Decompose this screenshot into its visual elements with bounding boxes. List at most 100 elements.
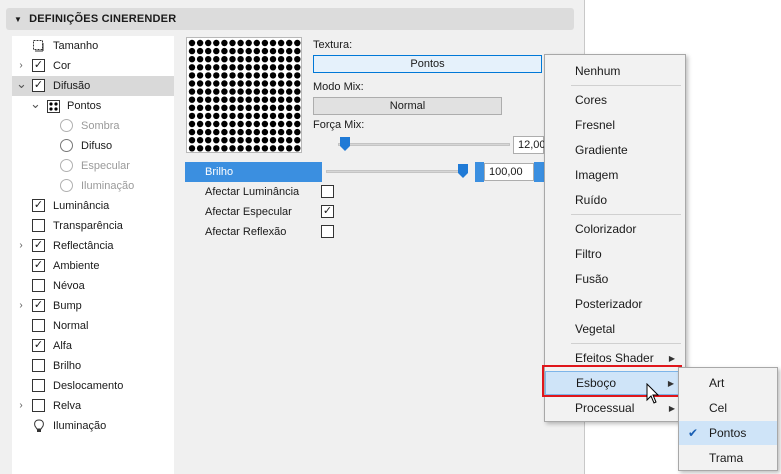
mix-mode-dropdown[interactable]: Normal	[313, 97, 502, 115]
tree-checkbox[interactable]	[32, 319, 45, 332]
submenu-item[interactable]: Cel	[679, 396, 777, 420]
pattern-dot	[277, 56, 285, 63]
tree-item[interactable]: › ✓ Cor	[12, 56, 174, 76]
menu-item[interactable]: Ruído	[545, 188, 685, 212]
tree-item[interactable]: Névoa	[12, 276, 174, 296]
pattern-dot	[286, 64, 293, 71]
pattern-dot	[221, 88, 228, 95]
menu-item[interactable]: Colorizador	[545, 217, 685, 241]
submenu-item[interactable]: Art	[679, 371, 777, 395]
tree-item[interactable]: Difuso	[12, 136, 174, 156]
pattern-dot	[205, 72, 212, 79]
affect-reflection-checkbox[interactable]	[321, 225, 334, 238]
pattern-dot	[213, 104, 220, 112]
tree-item-label: Reflectância	[53, 240, 114, 252]
prop-row-reflexao: Afectar Reflexão	[185, 222, 286, 242]
affect-specular-checkbox[interactable]: ✓	[321, 205, 334, 218]
tree-item[interactable]: Iluminação	[12, 416, 174, 436]
pattern-dot	[286, 88, 293, 95]
mix-strength-slider[interactable]	[338, 143, 510, 146]
menu-item[interactable]: Cores	[545, 88, 685, 112]
tree-item[interactable]: Normal	[12, 316, 174, 336]
pattern-dot	[188, 104, 196, 112]
pattern-dot	[196, 112, 204, 120]
tree-checkbox[interactable]: ✓	[32, 259, 45, 272]
expand-right-icon[interactable]: ›	[16, 300, 26, 311]
brilho-row[interactable]: Brilho	[185, 162, 322, 182]
tree-item-label: Deslocamento	[53, 380, 124, 392]
tree-item[interactable]: ✓ Ambiente	[12, 256, 174, 276]
texture-selector[interactable]: Pontos	[313, 55, 542, 73]
tree-item[interactable]: Tamanho	[12, 36, 174, 56]
tree-item[interactable]: ⌄ ✓ Difusão	[12, 76, 174, 96]
tree-checkbox[interactable]: ✓	[32, 239, 45, 252]
tree-checkbox[interactable]	[32, 279, 45, 292]
tree-item[interactable]: ✓ Luminância	[12, 196, 174, 216]
pattern-dot	[229, 137, 236, 144]
menu-item[interactable]: Gradiente	[545, 138, 685, 162]
tree-checkbox[interactable]	[32, 359, 45, 372]
tree-checkbox[interactable]: ✓	[32, 79, 45, 92]
pattern-dot	[261, 72, 269, 79]
submenu-item[interactable]: ✔ Pontos	[679, 421, 777, 445]
submenu-item-label: Trama	[709, 451, 744, 465]
menu-item[interactable]: Vegetal	[545, 317, 685, 341]
expand-down-icon[interactable]: ⌄	[16, 76, 27, 92]
pattern-dot	[221, 47, 228, 55]
tree-item[interactable]: Especular	[12, 156, 174, 176]
tree-item[interactable]: Brilho	[12, 356, 174, 376]
tree-item[interactable]: Transparência	[12, 216, 174, 236]
expand-right-icon[interactable]: ›	[16, 240, 26, 251]
menu-item[interactable]: Posterizador	[545, 292, 685, 316]
pattern-dot	[286, 56, 293, 63]
expand-right-icon[interactable]: ›	[16, 400, 26, 411]
section-header[interactable]: ▼ DEFINIÇÕES CINERENDER	[6, 8, 574, 30]
tree-checkbox[interactable]	[32, 399, 45, 412]
tree-checkbox[interactable]	[32, 379, 45, 392]
menu-item[interactable]: Nenhum	[545, 59, 685, 83]
pattern-dot	[294, 64, 301, 71]
pattern-dot	[286, 145, 293, 152]
tree-item[interactable]: › ✓ Reflectância	[12, 236, 174, 256]
pattern-dot	[294, 47, 301, 55]
brilho-label: Brilho	[205, 166, 234, 178]
mix-strength-label: Força Mix:	[313, 119, 365, 131]
brilho-input[interactable]: 100,00	[484, 163, 534, 181]
tree-item[interactable]: ⌄ Pontos	[12, 96, 174, 116]
tree-checkbox[interactable]: ✓	[32, 299, 45, 312]
pattern-dot	[286, 96, 293, 103]
radio-button[interactable]	[60, 139, 73, 152]
brilho-slider[interactable]	[326, 170, 468, 173]
menu-item[interactable]: Fresnel	[545, 113, 685, 137]
tree-item[interactable]: › ✓ Bump	[12, 296, 174, 316]
pattern-dot	[261, 47, 269, 55]
pattern-dot	[229, 80, 236, 87]
prop-row-especular: Afectar Especular	[185, 202, 292, 222]
mix-strength-thumb[interactable]	[339, 137, 350, 151]
tree-checkbox[interactable]	[32, 219, 45, 232]
pattern-dot	[253, 88, 260, 95]
tree-checkbox[interactable]: ✓	[32, 339, 45, 352]
mix-strength-input[interactable]: 12,00	[513, 136, 546, 154]
submenu-item[interactable]: Trama	[679, 446, 777, 470]
expand-down-icon[interactable]: ⌄	[30, 96, 41, 112]
menu-item[interactable]: Fusão	[545, 267, 685, 291]
tree-item[interactable]: › Relva	[12, 396, 174, 416]
tree-item[interactable]: Deslocamento	[12, 376, 174, 396]
pattern-dot	[277, 72, 285, 79]
menu-item[interactable]: Imagem	[545, 163, 685, 187]
pattern-dot	[196, 64, 204, 71]
menu-item[interactable]: Filtro	[545, 242, 685, 266]
brilho-thumb[interactable]	[458, 164, 468, 178]
tree-item[interactable]: Iluminação	[12, 176, 174, 196]
collapse-triangle-icon[interactable]: ▼	[14, 15, 22, 24]
menu-item[interactable]: Processual ▶	[545, 396, 685, 420]
tree-item-label: Névoa	[53, 280, 85, 292]
affect-luminance-checkbox[interactable]	[321, 185, 334, 198]
tree-item[interactable]: Sombra	[12, 116, 174, 136]
tree-checkbox[interactable]: ✓	[32, 59, 45, 72]
mouse-cursor-icon	[646, 383, 660, 404]
tree-item[interactable]: ✓ Alfa	[12, 336, 174, 356]
tree-checkbox[interactable]: ✓	[32, 199, 45, 212]
expand-right-icon[interactable]: ›	[16, 60, 26, 71]
